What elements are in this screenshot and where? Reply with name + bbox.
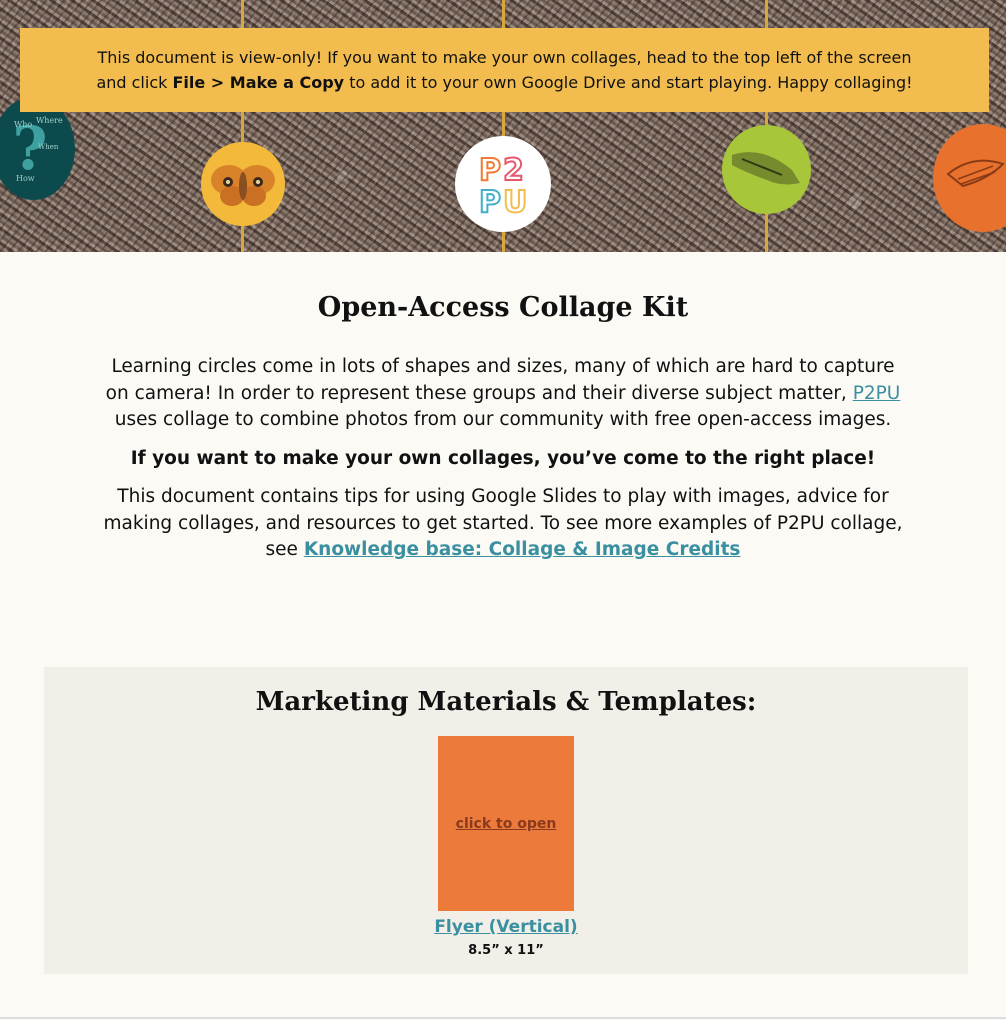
p2pu-logo-icon: P 2 P U [478, 152, 528, 221]
moth-disc [201, 142, 285, 226]
hand-icon [732, 152, 800, 185]
flyer-vertical-link[interactable]: Flyer (Vertical) [434, 917, 577, 937]
tips-paragraph: This document contains tips for using Go… [103, 486, 903, 560]
page-title: Open-Access Collage Kit [317, 292, 689, 323]
moth-icon [211, 165, 275, 206]
question-mark-icon: ? Who Where When How [12, 114, 63, 184]
click-to-open-label[interactable]: click to open [456, 816, 557, 832]
intro-paragraph: Learning circles come in lots of shapes … [105, 356, 901, 430]
question-mark-disc: ? Who Where When How [0, 97, 75, 200]
svg-text:P: P [479, 153, 501, 188]
flyer-size-label: 8.5” x 11” [468, 943, 544, 958]
section-title: Marketing Materials & Templates: [255, 687, 757, 717]
svg-text:When: When [38, 143, 59, 151]
flyer-thumbnail[interactable]: click to open [438, 736, 574, 911]
view-only-notice: This document is view-only! If you want … [20, 28, 989, 112]
svg-text:U: U [503, 185, 527, 220]
bottom-divider [0, 1017, 1006, 1019]
svg-text:How: How [16, 174, 35, 183]
callout-text: If you want to make your own collages, y… [130, 448, 876, 469]
svg-text:P: P [479, 185, 501, 220]
notice-line-2: and click File > Make a Copy to add it t… [96, 73, 913, 92]
svg-text:Where: Where [36, 116, 63, 125]
marketing-section: Marketing Materials & Templates: click t… [44, 667, 968, 974]
bird-illustration-disc [933, 124, 1006, 232]
header-banner: ? Who Where When How P 2 P U This docume… [0, 0, 1006, 252]
svg-text:2: 2 [503, 153, 524, 188]
bird-icon [946, 159, 1005, 188]
make-copy-instruction: File > Make a Copy [172, 73, 345, 92]
p2pu-link[interactable]: P2PU [853, 383, 901, 404]
flyer-link-wrapper: Flyer (Vertical) [44, 917, 968, 937]
notice-line-1: This document is view-only! If you want … [97, 48, 912, 67]
p2pu-logo: P 2 P U [455, 136, 551, 232]
svg-text:Who: Who [14, 120, 32, 129]
knowledge-base-link[interactable]: Knowledge base: Collage & Image Credits [304, 539, 741, 560]
hand-illustration-disc [722, 125, 811, 214]
